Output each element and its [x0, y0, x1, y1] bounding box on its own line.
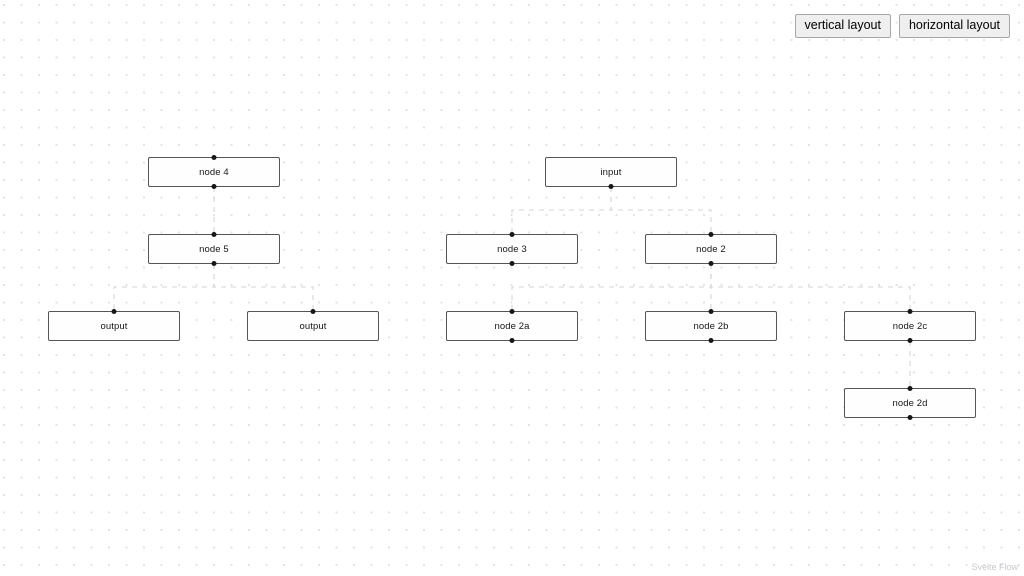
flow-node-node-3[interactable]: node 3: [446, 232, 578, 266]
edge-layer: [113, 187, 911, 388]
flow-node-output-2[interactable]: output: [247, 309, 379, 341]
node-label: input: [600, 166, 622, 178]
source-handle-icon[interactable]: [509, 261, 515, 266]
vertical-layout-button[interactable]: vertical layout: [794, 14, 891, 38]
node-label: node 3: [497, 243, 527, 255]
source-handle-icon[interactable]: [608, 184, 614, 189]
source-handle-icon[interactable]: [211, 184, 217, 189]
node-label: node 4: [199, 166, 229, 178]
edge: [511, 187, 612, 234]
node-label: output: [100, 320, 128, 332]
target-handle-icon[interactable]: [211, 232, 217, 237]
target-handle-icon[interactable]: [907, 309, 913, 314]
flow-node-node-2[interactable]: node 2: [645, 232, 777, 266]
node-label: node 2: [696, 243, 726, 255]
source-handle-icon[interactable]: [211, 261, 217, 266]
source-handle-icon[interactable]: [708, 261, 714, 266]
node-label: node 5: [199, 243, 229, 255]
source-handle-icon[interactable]: [907, 338, 913, 343]
node-label: output: [299, 320, 327, 332]
flow-node-node-2c[interactable]: node 2c: [844, 309, 976, 343]
flow-node-node-5[interactable]: node 5: [148, 232, 280, 266]
target-handle-icon[interactable]: [310, 309, 316, 314]
flow-node-output-1[interactable]: output: [48, 309, 180, 341]
target-handle-icon[interactable]: [708, 232, 714, 237]
target-handle-icon[interactable]: [111, 309, 117, 314]
svelte-flow-attribution[interactable]: Svelte Flow: [971, 562, 1018, 572]
target-handle-icon[interactable]: [211, 155, 217, 160]
flow-canvas[interactable]: node 4 input node 5 node 3 node 2 output outpu…: [0, 0, 1024, 576]
edge: [511, 264, 712, 311]
flow-node-node-4[interactable]: node 4: [148, 155, 280, 189]
flow-node-node-2a[interactable]: node 2a: [446, 309, 578, 343]
target-handle-icon[interactable]: [509, 309, 515, 314]
node-label: node 2d: [892, 397, 928, 409]
edge: [113, 264, 215, 311]
source-handle-icon[interactable]: [509, 338, 515, 343]
horizontal-layout-button[interactable]: horizontal layout: [898, 14, 1010, 38]
source-handle-icon[interactable]: [708, 338, 714, 343]
node-label: node 2a: [494, 320, 530, 332]
edge: [213, 264, 314, 311]
flow-node-input[interactable]: input: [545, 157, 677, 189]
dot-grid-background: [0, 0, 1024, 576]
target-handle-icon[interactable]: [708, 309, 714, 314]
target-handle-icon[interactable]: [509, 232, 515, 237]
source-handle-icon[interactable]: [907, 415, 913, 420]
layout-controls-panel: vertical layout horizontal layout: [794, 14, 1010, 38]
target-handle-icon[interactable]: [907, 386, 913, 391]
node-label: node 2c: [892, 320, 928, 332]
node-label: node 2b: [693, 320, 729, 332]
flow-node-node-2b[interactable]: node 2b: [645, 309, 777, 343]
edge: [610, 187, 712, 234]
edge: [710, 264, 911, 311]
flow-node-node-2d[interactable]: node 2d: [844, 386, 976, 420]
